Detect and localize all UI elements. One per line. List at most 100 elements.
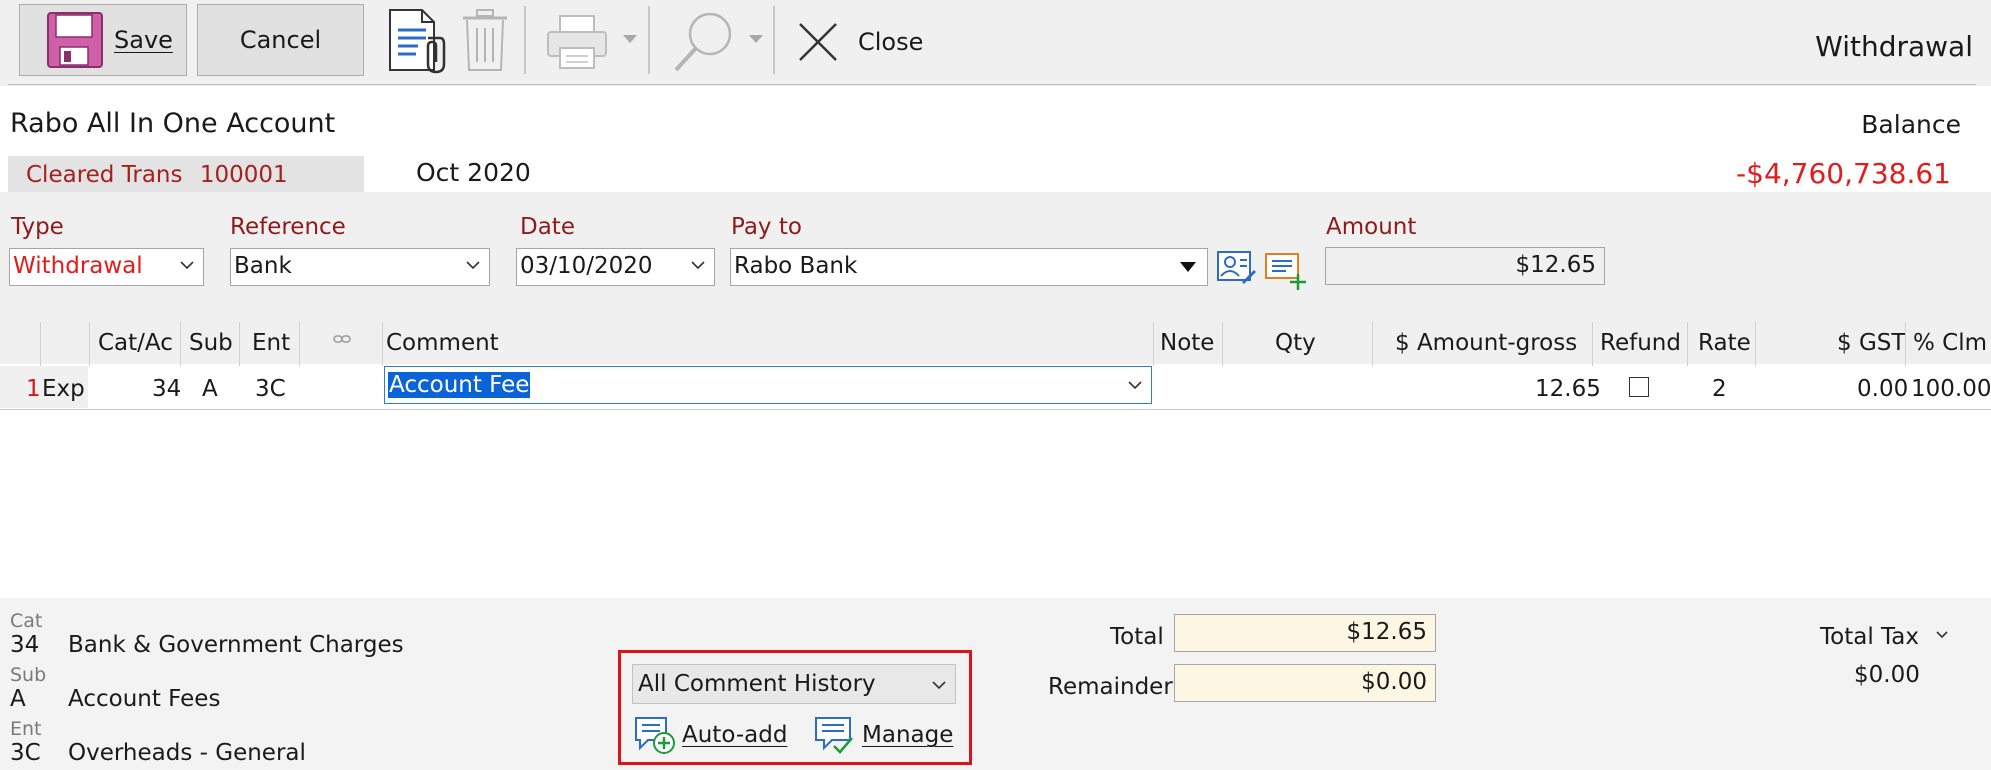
reference-label: Reference [230,214,346,240]
col-divider [1592,322,1593,366]
payto-value: Rabo Bank [734,253,858,279]
total-tax-toggle[interactable]: Total Tax [1820,624,1948,650]
col-ent[interactable]: Ent [252,330,290,356]
printer-icon[interactable] [546,14,608,72]
date-label: Date [520,214,575,240]
close-button[interactable]: Close [796,16,923,68]
sub-caption: Sub [10,664,47,686]
payto-select[interactable]: Rabo Bank [730,248,1208,286]
payto-label: Pay to [731,214,802,240]
col-divider [1687,322,1688,366]
col-note[interactable]: Note [1160,330,1214,356]
col-divider [1905,322,1906,366]
total-field: $12.65 [1174,614,1436,652]
type-label: Type [11,214,64,240]
chevron-down-icon [179,257,195,273]
row-gst[interactable]: 0.00 [1857,376,1908,402]
manage-label: Manage [862,722,954,748]
ent-description: Overheads - General [68,740,306,766]
window-title: Withdrawal [1815,30,1973,63]
col-amount-gross[interactable]: $ Amount-gross [1395,330,1577,356]
col-divider [299,322,300,366]
col-divider [180,322,181,366]
comment-selected-text: Account Fee [388,372,531,398]
cleared-label: Cleared Trans [26,162,183,188]
col-rate[interactable]: Rate [1698,330,1751,356]
close-label: Close [858,28,924,56]
date-picker[interactable]: 03/10/2020 [516,248,715,286]
toolbar-separator [773,6,775,74]
cat-caption: Cat [10,610,43,632]
reference-value: Bank [234,253,292,279]
comment-history-select[interactable]: All Comment History [632,664,956,704]
col-comment[interactable]: Comment [386,330,499,356]
cancel-label: Cancel [239,26,322,54]
total-value: $12.65 [1346,619,1427,645]
chevron-down-icon [931,677,947,693]
add-comment-icon [634,716,676,754]
link-icon [333,334,351,344]
contact-card-icon[interactable] [1216,250,1256,286]
floppy-disk-icon [46,11,104,69]
col-sub[interactable]: Sub [189,330,233,356]
chevron-down-icon [690,257,706,273]
col-cat[interactable]: Cat/Ac [98,330,173,356]
col-divider [1153,322,1154,366]
total-label: Total [1110,624,1164,650]
save-label: Save [114,26,173,54]
sub-code: A [10,686,26,712]
col-clm[interactable]: % Clm [1913,330,1987,356]
cancel-button[interactable]: Cancel [197,4,364,76]
row-divider [0,409,1991,410]
auto-add-button[interactable]: Auto-add [634,716,787,754]
save-button[interactable]: Save [19,4,187,76]
col-divider [382,322,383,366]
chevron-down-icon [465,257,481,273]
magnifier-icon[interactable] [672,10,736,74]
cat-code: 34 [10,632,40,658]
col-gst[interactable]: $ GST [1837,330,1905,356]
reference-select[interactable]: Bank [230,248,490,286]
col-qty[interactable]: Qty [1275,330,1316,356]
col-refund[interactable]: Refund [1600,330,1681,356]
ent-code: 3C [10,740,41,766]
amount-label: Amount [1326,214,1417,240]
manage-comments-icon [814,716,856,754]
balance-value: -$4,760,738.61 [1736,157,1951,190]
row-amount[interactable]: 12.65 [1535,376,1601,402]
total-tax-value: $0.00 [1854,662,1920,688]
dropdown-arrow-icon [1179,261,1197,273]
row-sub[interactable]: A [202,376,218,402]
print-dropdown-icon[interactable] [622,34,638,44]
remainder-field: $0.00 [1174,664,1436,702]
col-divider [1222,322,1223,366]
row-rate[interactable]: 2 [1712,376,1727,402]
balance-label: Balance [1861,110,1961,139]
col-divider [89,322,90,366]
row-clm[interactable]: 100.00 [1911,376,1991,402]
manage-button[interactable]: Manage [814,716,953,754]
search-dropdown-icon[interactable] [748,34,764,44]
row-number: 1 [26,376,41,402]
amount-field[interactable]: $12.65 [1325,247,1605,285]
toolbar-divider [8,84,1976,85]
cat-description: Bank & Government Charges [68,632,404,658]
account-name: Rabo All In One Account [10,108,336,139]
cleared-trans-badge: Cleared Trans 100001 [8,156,364,192]
chevron-down-icon[interactable] [1127,377,1143,393]
comment-input[interactable]: Account Fee [384,366,1152,404]
total-tax-label: Total Tax [1820,624,1919,650]
remainder-value: $0.00 [1361,669,1427,695]
row-ent[interactable]: 3C [255,376,286,402]
row-cat[interactable]: 34 [152,376,181,402]
attach-document-icon[interactable] [386,8,448,74]
comment-history-value: All Comment History [638,671,876,697]
col-divider [1755,322,1756,366]
toolbar-separator [524,6,526,74]
col-divider [1372,322,1373,366]
cleared-number: 100001 [199,162,288,188]
trash-icon[interactable] [459,8,511,72]
type-select[interactable]: Withdrawal [9,248,204,286]
add-note-icon[interactable] [1264,252,1308,290]
refund-checkbox[interactable] [1629,377,1649,397]
